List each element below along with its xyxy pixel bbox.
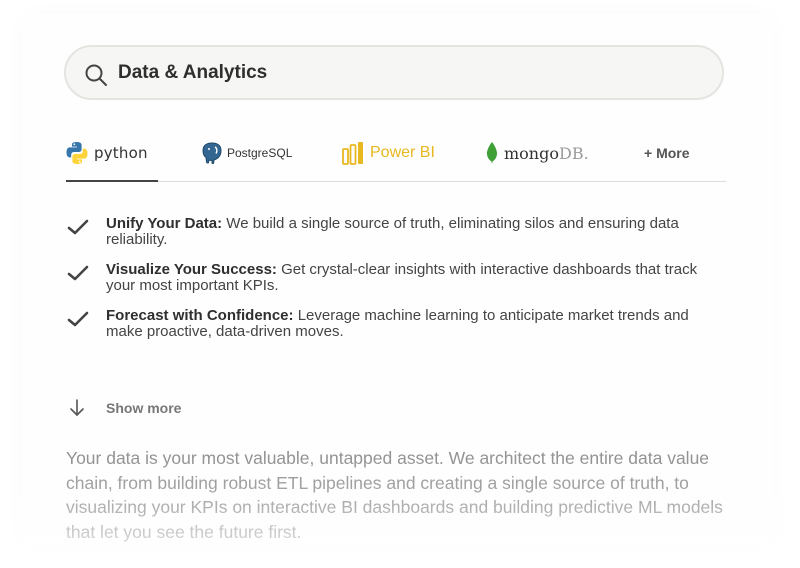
tab-python-label: python xyxy=(94,144,148,162)
feature-item: Unify Your Data: We build a single sourc… xyxy=(66,216,706,248)
tab-mongodb-label: mongoDB. xyxy=(504,144,589,163)
tab-python[interactable]: python xyxy=(66,126,158,182)
feature-title: Visualize Your Success: xyxy=(106,261,277,278)
tab-postgresql[interactable]: PostgreSQL xyxy=(200,126,300,180)
checkmark-icon xyxy=(67,219,89,235)
feature-item: Visualize Your Success: Get crystal-clea… xyxy=(66,262,706,294)
tab-postgresql-label: PostgreSQL xyxy=(227,146,293,160)
description-text: Your data is your most valuable, untappe… xyxy=(66,448,723,542)
show-more-label: Show more xyxy=(106,400,182,416)
search-icon xyxy=(85,64,107,86)
tab-more-label: + More xyxy=(644,145,690,161)
feature-title: Unify Your Data: xyxy=(106,215,223,232)
tab-mongodb[interactable]: mongoDB. xyxy=(486,126,596,180)
feature-title: Forecast with Confidence: xyxy=(106,307,294,324)
mongodb-leaf-icon xyxy=(487,142,497,164)
tab-powerbi-label: Power BI xyxy=(370,144,435,161)
powerbi-logo-icon xyxy=(342,142,363,165)
tab-powerbi[interactable]: Power BI xyxy=(342,126,442,180)
mongodb-label-suffix: DB. xyxy=(558,143,589,163)
tab-more[interactable]: + More xyxy=(644,126,704,180)
checkmark-icon xyxy=(67,265,89,281)
mongodb-label-main: mongo xyxy=(504,143,559,163)
checkmark-icon xyxy=(67,311,89,327)
tech-tabs: python PostgreSQL Power BI mongoDB. + Mo… xyxy=(66,126,726,182)
postgresql-elephant-icon xyxy=(202,142,222,165)
search-input[interactable]: Data & Analytics xyxy=(118,62,267,84)
feature-list: Unify Your Data: We build a single sourc… xyxy=(66,216,706,354)
arrow-down-icon xyxy=(70,399,84,416)
python-logo-icon xyxy=(66,142,88,164)
feature-item: Forecast with Confidence: Leverage machi… xyxy=(66,308,706,340)
search-bar[interactable]: Data & Analytics xyxy=(64,45,724,100)
show-more-button[interactable]: Show more xyxy=(66,398,181,418)
